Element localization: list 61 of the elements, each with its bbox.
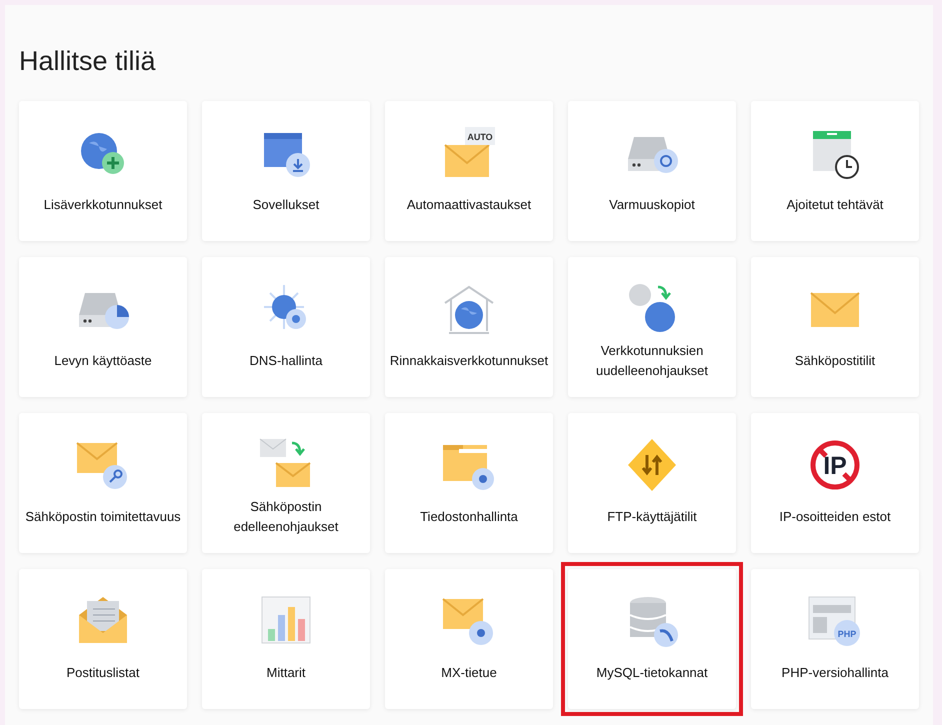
tile-label: IP-osoitteiden estot <box>779 508 891 526</box>
tile-label: Rinnakkaisverkkotunnukset <box>390 352 548 370</box>
house-globe-icon <box>444 286 494 334</box>
tile[interactable]: Postituslistat <box>19 569 187 709</box>
tile[interactable]: Verkkotunnuksien uudelleenohjaukset <box>568 257 736 397</box>
tile-label: Sähköpostin edelleenohjaukset <box>232 498 340 536</box>
globe-arrow-icon <box>629 284 675 332</box>
ip-label: IP <box>823 452 847 480</box>
envelope-arrow-icon <box>260 438 311 487</box>
tile[interactable]: Lisäverkkotunnukset <box>19 101 187 241</box>
tile[interactable]: IP IP-osoitteiden estot <box>751 413 919 553</box>
tile[interactable]: PHP PHP-versiohallinta <box>751 569 919 709</box>
tile-label: Verkkotunnuksien uudelleenohjaukset <box>594 342 710 380</box>
tile[interactable]: Tiedostonhallinta <box>385 413 553 553</box>
tile-label: Sovellukset <box>252 196 320 214</box>
tile-label: Mittarit <box>266 664 306 682</box>
tile-label: Varmuuskopiot <box>609 196 695 214</box>
tile[interactable]: AUTO Automaattivastaukset <box>385 101 553 241</box>
calendar-clock-icon <box>813 131 859 179</box>
auto-label: AUTO <box>467 132 493 142</box>
tile-label: PHP-versiohallinta <box>782 664 888 682</box>
tile[interactable]: Ajoitetut tehtävät <box>751 101 919 241</box>
drive-icon <box>628 137 678 173</box>
tile-label: Postituslistat <box>66 664 140 682</box>
tile-label: Sähköpostin toimitettavuus <box>25 508 181 526</box>
tile[interactable]: Sovellukset <box>202 101 370 241</box>
tile-label: Levyn käyttöaste <box>54 352 152 370</box>
tile[interactable]: Mittarit <box>202 569 370 709</box>
php-label: PHP <box>838 629 856 639</box>
tile-label: DNS-hallinta <box>250 352 322 370</box>
envelope-key-icon <box>76 442 127 489</box>
tile[interactable]: Sähköpostitilit <box>751 257 919 397</box>
browser-icon <box>808 596 860 646</box>
tile[interactable]: Sähköpostin toimitettavuus <box>19 413 187 553</box>
globe-plus-icon <box>81 133 124 174</box>
tile-label: Sähköpostitilit <box>794 352 876 370</box>
folder-download-icon <box>264 133 310 177</box>
tile[interactable]: FTP-käyttäjätilit <box>568 413 736 553</box>
tile[interactable]: Varmuuskopiot <box>568 101 736 241</box>
database-icon <box>629 597 678 647</box>
envelope-icon <box>810 292 860 327</box>
diamond-arrows-icon <box>628 439 676 491</box>
tile[interactable]: Levyn käyttöaste <box>19 257 187 397</box>
tile-label: MySQL-tietokannat <box>596 664 708 682</box>
tile[interactable]: MySQL-tietokannat <box>568 569 736 709</box>
tile[interactable]: DNS-hallinta <box>202 257 370 397</box>
tile[interactable]: MX-tietue <box>385 569 553 709</box>
open-envelope-icon <box>79 597 127 643</box>
tile-label: Tiedostonhallinta <box>420 508 518 526</box>
page-title: Hallitse tiliä <box>19 45 157 78</box>
tile-label: Lisäverkkotunnukset <box>44 196 162 214</box>
tile-label: Ajoitetut tehtävät <box>786 196 884 214</box>
tile[interactable]: Sähköpostin edelleenohjaukset <box>202 413 370 553</box>
bar-chart-icon <box>262 596 310 644</box>
no-sign-icon <box>810 440 860 490</box>
tile-label: MX-tietue <box>441 664 497 682</box>
tile-label: FTP-käyttäjätilit <box>607 508 697 526</box>
tile-label: Automaattivastaukset <box>406 196 532 214</box>
drive-chart-icon <box>79 293 129 329</box>
envelope-icon <box>444 127 495 177</box>
tile[interactable]: Rinnakkaisverkkotunnukset <box>385 257 553 397</box>
